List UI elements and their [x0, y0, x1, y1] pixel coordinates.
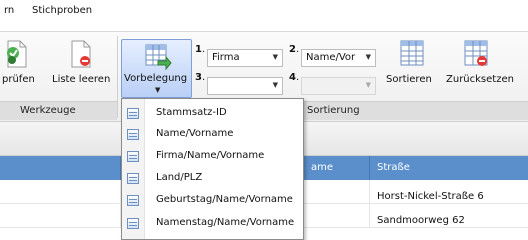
grid-list-icon — [127, 195, 139, 206]
reset-grid-icon[interactable] — [462, 38, 490, 68]
sort-slot-2-value: Name/Vor — [306, 52, 356, 63]
grid-list-icon — [127, 129, 139, 140]
dropdown-item-name-vorname[interactable]: Name/Vorname — [122, 124, 303, 145]
chevron-down-icon: ▼ — [155, 86, 161, 94]
dropdown-item-firma-name-vorname[interactable]: Firma/Name/Vorname — [122, 146, 303, 167]
chevron-down-icon: ▼ — [272, 53, 278, 61]
sort-slot-3-combo[interactable]: ▼ — [207, 77, 283, 95]
grid-cell-divider — [369, 204, 370, 228]
grid-column-divider — [369, 156, 370, 180]
sort-slot-1-value: Firma — [212, 52, 240, 63]
grid-cell-strasse: Sandmoorweg 62 — [377, 215, 465, 226]
grid-list-icon — [127, 218, 139, 229]
menu-tab-partial[interactable]: rn — [4, 5, 14, 16]
grid-header-name[interactable]: ame — [311, 162, 333, 173]
vorbelegung-label: Vorbelegung — [124, 73, 188, 84]
grid-arrow-icon — [144, 43, 172, 71]
ribbon-separator — [117, 36, 118, 118]
sort-slot-3-number: 3. — [195, 72, 206, 83]
sortierung-group-label: Sortierung — [307, 105, 360, 116]
sort-slot-1-combo[interactable]: Firma ▼ — [207, 49, 283, 67]
dropdown-item-land-plz[interactable]: Land/PLZ — [122, 168, 303, 189]
grid-list-icon — [127, 108, 139, 119]
dropdown-item-label: Firma/Name/Vorname — [156, 150, 265, 161]
chevron-down-icon: ▼ — [365, 81, 371, 89]
dropdown-item-label: Name/Vorname — [156, 128, 234, 139]
chevron-down-icon: ▼ — [272, 81, 278, 89]
sort-slot-4-number: 4. — [289, 72, 300, 83]
dropdown-item-label: Stammsatz-ID — [156, 107, 227, 118]
sort-slot-4-combo[interactable]: ▼ — [301, 77, 376, 95]
menu-tab-stichproben[interactable]: Stichproben — [32, 5, 92, 16]
grid-cell-strasse: Horst-Nickel-Straße 6 — [377, 191, 484, 202]
liste-leeren-button[interactable]: Liste leeren — [52, 74, 110, 85]
menu-bar: rn Stichproben — [0, 0, 528, 24]
sort-slot-2-number: 2. — [289, 44, 300, 55]
grid-list-icon — [127, 151, 139, 162]
vorbelegung-dropdown-menu: Stammsatz-ID Name/Vorname Firma/Name/Vor… — [121, 98, 304, 240]
zuruecksetzen-button[interactable]: Zurücksetzen — [446, 74, 514, 85]
sort-slot-1-number: 1. — [195, 44, 206, 55]
grid-cell-divider — [369, 180, 370, 204]
dropdown-item-geburtstag[interactable]: Geburtstag/Name/Vorname — [122, 190, 303, 211]
sortieren-button[interactable]: Sortieren — [386, 74, 432, 85]
dropdown-item-label: Namenstag/Name/Vorname — [156, 217, 295, 228]
check-document-icon[interactable] — [4, 40, 28, 68]
sort-grid-icon[interactable] — [398, 38, 426, 68]
chevron-down-icon: ▼ — [365, 53, 371, 61]
vorbelegung-button[interactable]: Vorbelegung ▼ — [121, 39, 192, 98]
dropdown-item-label: Land/PLZ — [156, 172, 203, 183]
werkzeuge-group-label: Werkzeuge — [20, 105, 76, 116]
dropdown-item-stammsatz-id[interactable]: Stammsatz-ID — [122, 103, 303, 124]
delete-document-icon[interactable] — [68, 40, 92, 68]
dropdown-item-label: Geburtstag/Name/Vorname — [156, 194, 293, 205]
pruefen-button[interactable]: prüfen — [2, 74, 35, 85]
sort-slot-2-combo[interactable]: Name/Vor ▼ — [301, 49, 376, 67]
grid-list-icon — [127, 173, 139, 184]
grid-header-strasse[interactable]: Straße — [377, 162, 410, 173]
dropdown-item-namenstag[interactable]: Namenstag/Name/Vorname — [122, 213, 303, 234]
